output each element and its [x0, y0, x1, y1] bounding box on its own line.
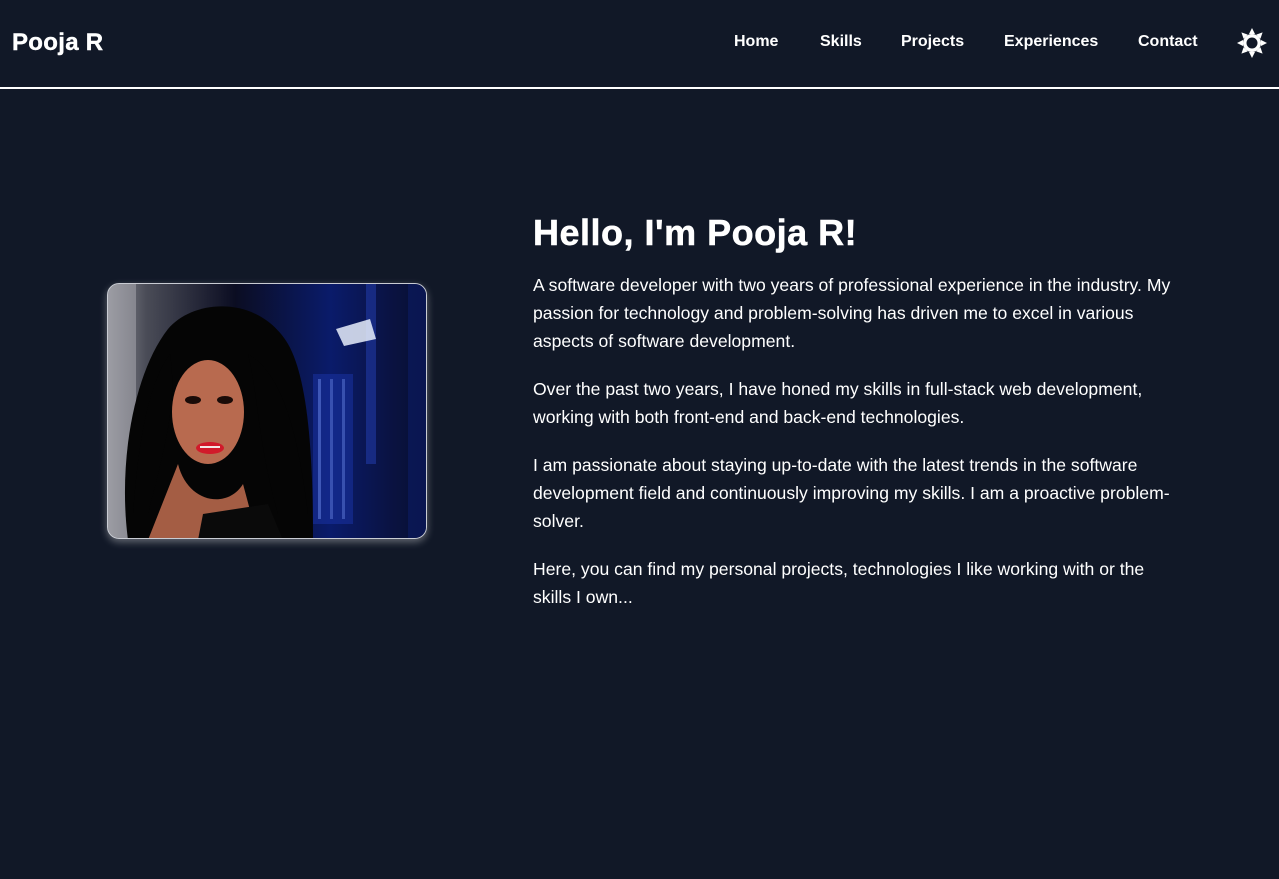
nav-link-contact[interactable]: Contact [1138, 33, 1198, 51]
navbar: Pooja R Home Skills Projects Experiences… [0, 0, 1279, 89]
nav-link-experiences[interactable]: Experiences [1004, 33, 1098, 51]
profile-photo [107, 283, 427, 539]
intro-paragraph-4: Here, you can find my personal projects,… [533, 559, 1145, 607]
intro-content: Hello, I'm Pooja R! A software developer… [533, 212, 1173, 611]
intro-paragraph-1: A software developer with two years of p… [533, 275, 1171, 351]
intro-paragraph-3: I am passionate about staying up-to-date… [533, 455, 1170, 531]
nav-link-projects[interactable]: Projects [901, 33, 964, 51]
nav-links: Home Skills Projects Experiences Contact [0, 33, 1279, 53]
sun-icon [1237, 28, 1267, 58]
nav-link-home[interactable]: Home [734, 33, 778, 51]
intro-paragraph-2: Over the past two years, I have honed my… [533, 379, 1143, 427]
theme-toggle-button[interactable] [1236, 27, 1268, 59]
intro-heading: Hello, I'm Pooja R! [533, 212, 858, 254]
nav-link-skills[interactable]: Skills [820, 33, 862, 51]
